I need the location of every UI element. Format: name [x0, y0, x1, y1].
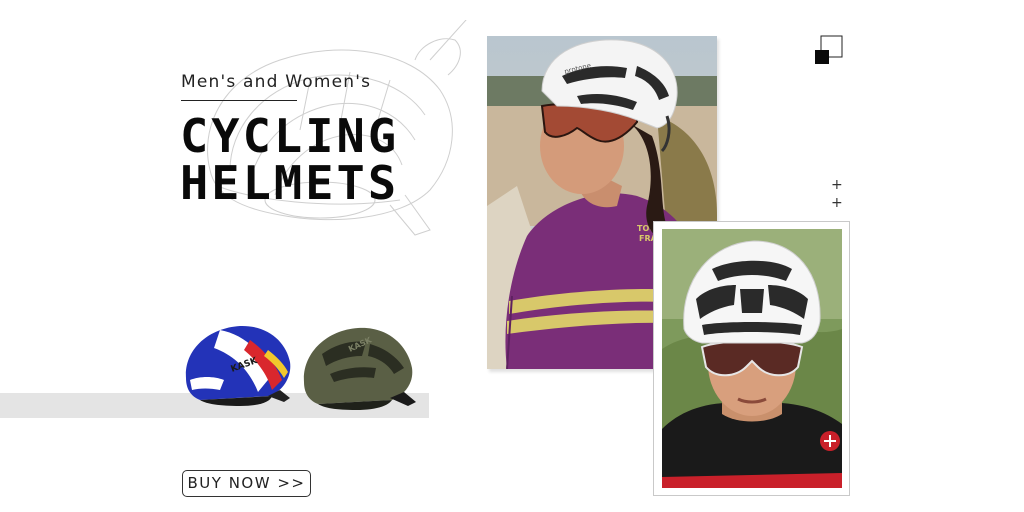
hero-subtitle: Men's and Women's — [181, 72, 372, 92]
product-helmet-multicolor[interactable]: KASK — [180, 320, 298, 410]
plus-icon: + — [831, 195, 843, 211]
hero-headline-line2: HELMETS — [180, 156, 400, 210]
photo-man-cyclist — [662, 229, 842, 488]
plus-icon: + — [831, 177, 843, 193]
hero-headline-line1: CYCLING — [180, 109, 400, 163]
subtitle-underline — [181, 100, 297, 101]
buy-now-button[interactable]: BUY NOW >> — [182, 470, 311, 497]
decorative-squares — [815, 35, 843, 64]
product-helmet-olive[interactable]: KASK — [300, 322, 422, 412]
